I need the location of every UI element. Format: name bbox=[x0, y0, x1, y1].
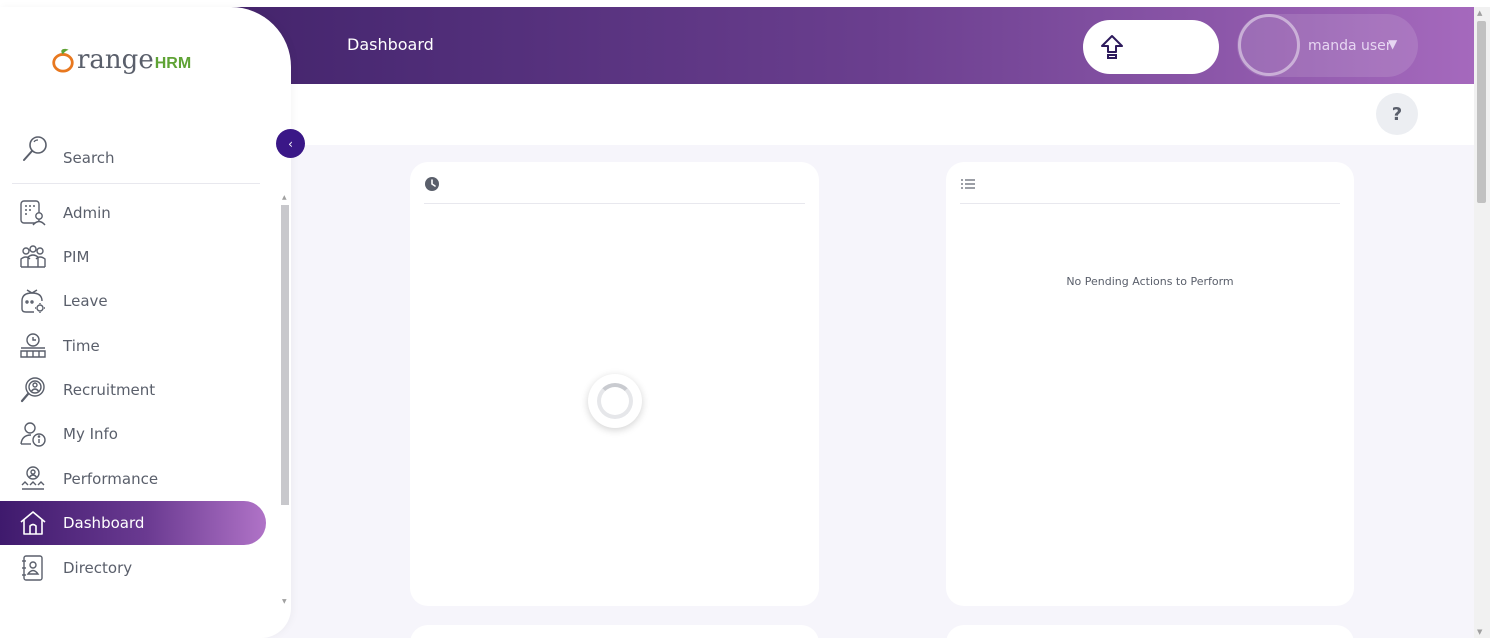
loading-spinner bbox=[588, 374, 642, 428]
directory-icon bbox=[22, 555, 43, 581]
page-scrollbar[interactable]: ▲ ▼ bbox=[1474, 7, 1490, 638]
sidebar-item-partial[interactable] bbox=[0, 590, 266, 607]
sidebar-item-label: PIM bbox=[63, 248, 90, 266]
my-info-icon bbox=[20, 422, 46, 447]
sidebar-search[interactable]: Search bbox=[12, 134, 260, 184]
widget-header bbox=[424, 176, 805, 204]
widget-card bbox=[946, 625, 1354, 638]
sidebar-item-label: My Info bbox=[63, 425, 118, 443]
sidebar-item-pim[interactable]: PIM bbox=[0, 235, 266, 279]
help-button[interactable]: ? bbox=[1376, 93, 1418, 135]
sidebar-item-label: Dashboard bbox=[63, 514, 145, 532]
sidebar-item-label: Recruitment bbox=[63, 381, 156, 399]
scroll-up-icon[interactable]: ▲ bbox=[282, 194, 287, 201]
sidebar-item-leave[interactable]: Leave bbox=[0, 279, 266, 323]
list-icon bbox=[961, 179, 975, 189]
search-icon bbox=[23, 136, 47, 161]
sidebar-item-admin[interactable]: Admin bbox=[0, 191, 266, 235]
scroll-down-icon[interactable]: ▼ bbox=[282, 598, 287, 605]
collapse-sidebar-button[interactable]: ‹ bbox=[276, 129, 305, 158]
sidebar-item-my-info[interactable]: My Info bbox=[0, 412, 266, 456]
sidebar-item-performance[interactable]: Performance bbox=[0, 457, 266, 501]
sidebar-menu: Admin PIM Leave Time Recruitment My Info… bbox=[0, 191, 278, 607]
recruitment-icon bbox=[20, 377, 45, 403]
performance-icon bbox=[21, 466, 45, 490]
page-title: Dashboard bbox=[347, 35, 434, 54]
time-icon bbox=[20, 333, 46, 358]
sidebar-item-label: Performance bbox=[63, 470, 159, 488]
scroll-up-icon[interactable]: ▲ bbox=[1477, 9, 1482, 17]
sidebar-scrollbar[interactable]: ▲ ▼ bbox=[280, 192, 290, 607]
upgrade-button[interactable] bbox=[1083, 20, 1219, 74]
brand-logo[interactable]: range HRM bbox=[50, 47, 191, 73]
widget-card bbox=[410, 625, 819, 638]
upgrade-arrow-icon bbox=[1101, 35, 1123, 59]
clock-icon bbox=[425, 177, 439, 191]
user-dropdown[interactable]: manda user ▼ bbox=[1237, 14, 1418, 77]
sidebar-item-label: Admin bbox=[63, 204, 111, 222]
home-icon bbox=[20, 511, 46, 535]
leave-icon bbox=[21, 289, 45, 313]
maintenance-icon bbox=[19, 598, 47, 607]
sidebar-item-label: Directory bbox=[63, 559, 133, 577]
time-at-work-widget bbox=[410, 162, 819, 606]
caret-down-icon: ▼ bbox=[1388, 37, 1398, 51]
scrollbar-thumb[interactable] bbox=[281, 205, 289, 505]
widget-header bbox=[960, 176, 1340, 204]
sidebar-item-dashboard[interactable]: Dashboard bbox=[0, 501, 266, 545]
my-actions-widget: No Pending Actions to Perform bbox=[946, 162, 1354, 606]
spinner-ring bbox=[597, 383, 633, 419]
orange-logo-icon bbox=[52, 48, 74, 73]
sidebar-item-label: Leave bbox=[63, 292, 108, 310]
empty-state-message: No Pending Actions to Perform bbox=[1066, 275, 1234, 288]
chevron-left-icon: ‹ bbox=[288, 136, 293, 151]
scrollbar-thumb[interactable] bbox=[1477, 21, 1486, 203]
search-label: Search bbox=[63, 149, 115, 167]
sidebar-item-label: Time bbox=[63, 337, 100, 355]
sidebar: range HRM Search Admin PIM Leave Time Re… bbox=[0, 7, 291, 638]
admin-icon bbox=[20, 200, 46, 226]
pim-icon bbox=[20, 245, 46, 268]
sidebar-item-time[interactable]: Time bbox=[0, 324, 266, 368]
avatar[interactable] bbox=[1238, 14, 1300, 76]
user-name: manda user bbox=[1308, 38, 1392, 54]
brand-text: range bbox=[77, 45, 154, 75]
scroll-down-icon[interactable]: ▼ bbox=[1477, 628, 1482, 636]
brand-hrm-text: HRM bbox=[154, 55, 192, 72]
sidebar-item-directory[interactable]: Directory bbox=[0, 546, 266, 590]
sidebar-item-recruitment[interactable]: Recruitment bbox=[0, 368, 266, 412]
